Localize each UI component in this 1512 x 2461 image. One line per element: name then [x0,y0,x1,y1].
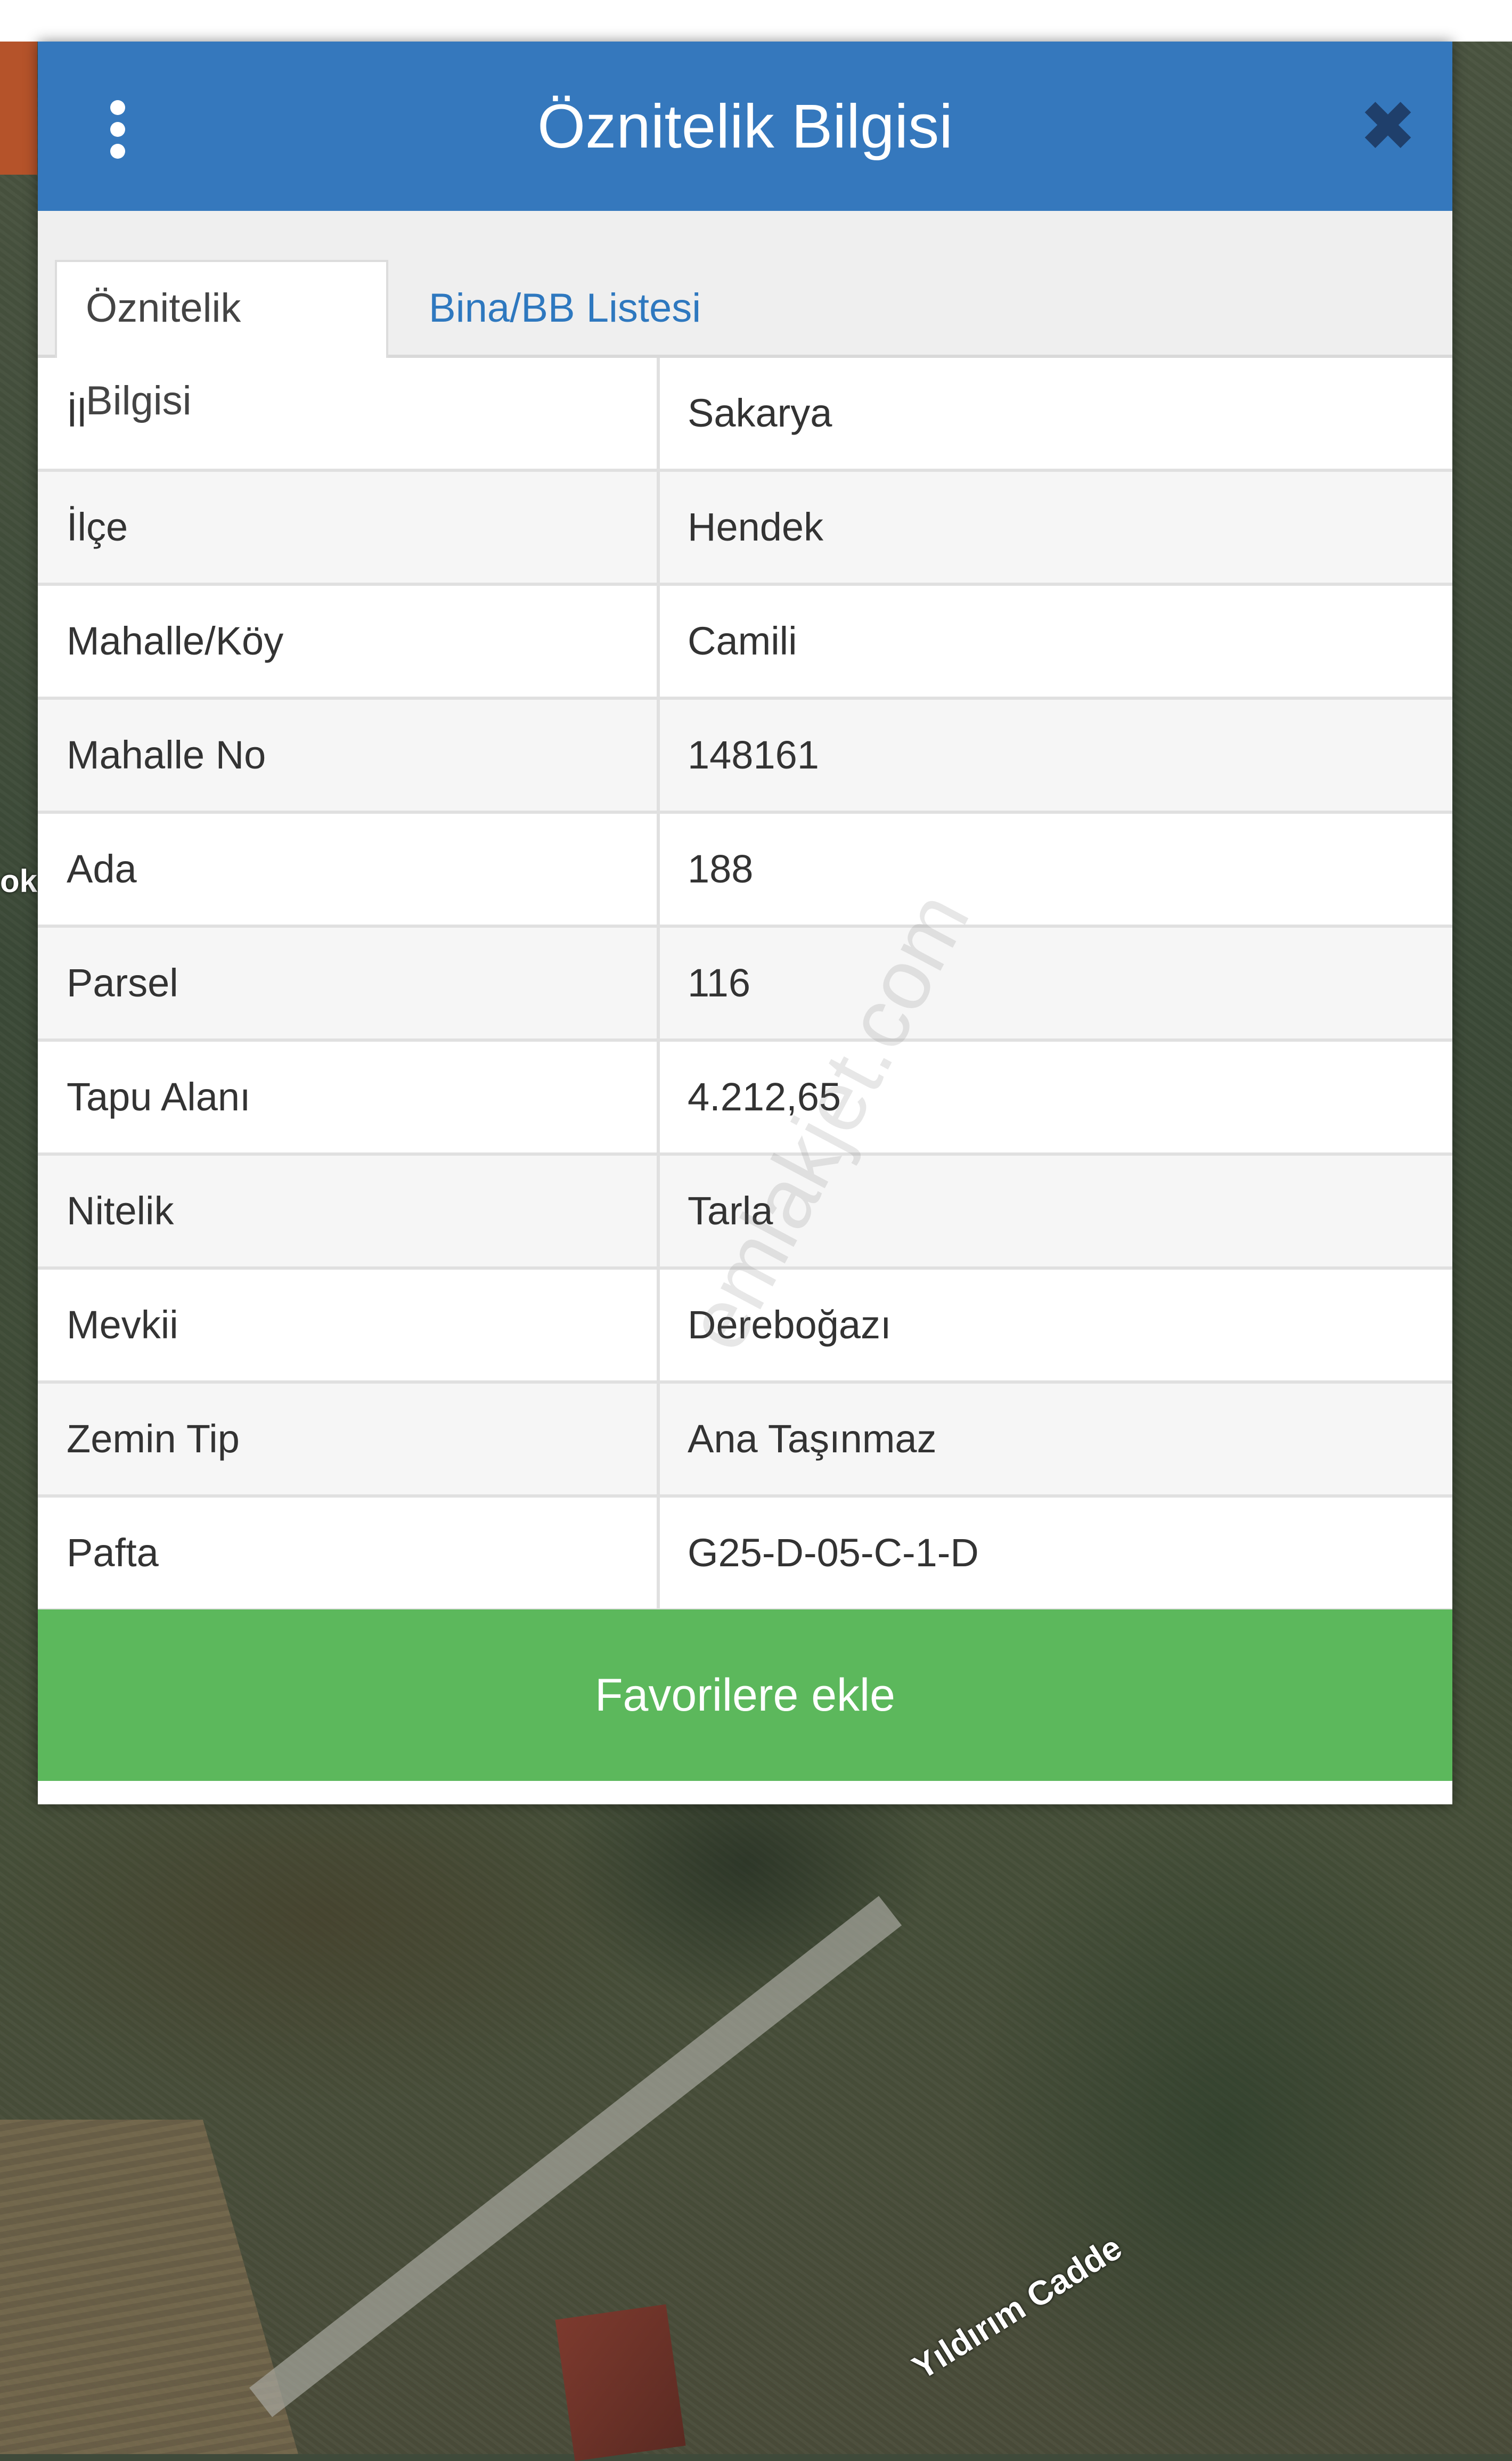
dialog-header: Öznitelik Bilgisi ✖ [38,42,1452,211]
row-value: 148161 [688,733,819,777]
table-row: İlçe Hendek [38,472,1452,586]
table-row: Mahalle No 148161 [38,700,1452,814]
dialog-title: Öznitelik Bilgisi [537,92,953,161]
attribute-table: İl Sakarya İlçe Hendek Mahalle/Köy Camili Maha… [38,358,1452,1612]
table-row: Mevkii Dereboğazı [38,1270,1452,1384]
tab-attribute-info[interactable]: Öznitelik Bilgisi [55,260,388,423]
tab-building-list[interactable]: Bina/BB Listesi [400,262,730,355]
map-building [555,2304,686,2461]
row-label: İl [38,358,660,469]
table-row: Pafta G25-D-05-C-1-D [38,1498,1452,1612]
row-label: Zemin Tip [38,1384,660,1494]
row-label: Mevkii [38,1270,660,1380]
table-row: Tapu Alanı 4.212,65 [38,1042,1452,1156]
table-row: Parsel 116 [38,928,1452,1042]
row-label: Mahalle/Köy [38,586,660,697]
row-label: Ada [38,814,660,925]
row-value: 4.212,65 [688,1075,841,1119]
row-value: 188 [688,847,754,891]
row-label: İlçe [38,472,660,583]
row-label: Nitelik [38,1156,660,1266]
row-value: Camili [688,619,797,663]
table-row: İl Sakarya [38,358,1452,472]
table-row: Zemin Tip Ana Taşınmaz [38,1384,1452,1498]
row-value: Tarla [688,1189,773,1233]
table-row: Mahalle/Köy Camili [38,586,1452,700]
row-value: Ana Taşınmaz [688,1417,937,1461]
table-row: Ada 188 [38,814,1452,928]
add-to-favorites-button[interactable]: Favorilere ekle [38,1609,1452,1781]
tab-bar: Öznitelik Bilgisi Bina/BB Listesi [38,211,1452,423]
close-icon[interactable]: ✖ [1359,92,1417,161]
row-label: Mahalle No [38,700,660,811]
attribute-info-dialog: Öznitelik Bilgisi ✖ Öznitelik Bilgisi Bi… [38,42,1452,1804]
row-value: 116 [688,961,750,1005]
table-row: Nitelik Tarla [38,1156,1452,1270]
row-label: Pafta [38,1498,660,1608]
row-label: Tapu Alanı [38,1042,660,1152]
map-edge-label: ok [0,863,38,899]
row-label: Parsel [38,928,660,1039]
row-value: Dereboğazı [688,1303,892,1347]
row-value: Hendek [688,505,824,549]
row-value: Sakarya [688,391,832,435]
top-strip [0,0,1512,42]
row-value: G25-D-05-C-1-D [688,1531,979,1575]
map-edge-marker [0,42,37,175]
